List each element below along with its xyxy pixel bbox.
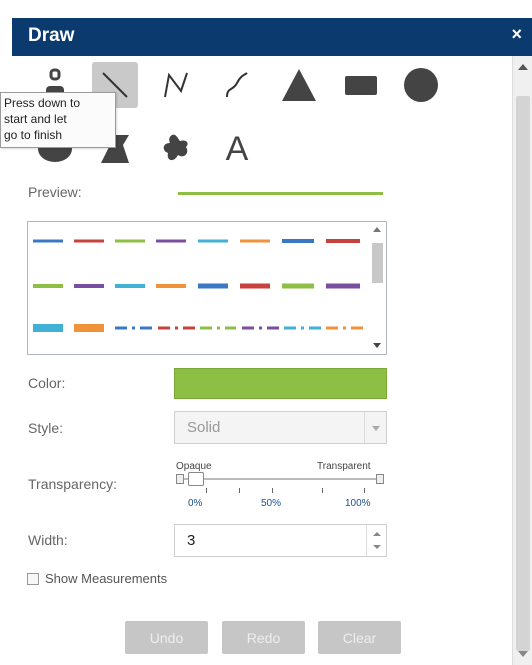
panel-scroll-thumb[interactable] [516, 96, 530, 651]
close-icon[interactable]: × [511, 24, 522, 45]
tick-label-100: 100% [345, 498, 371, 509]
pattern-list-scroll-thumb[interactable] [372, 243, 383, 283]
width-spinner[interactable] [366, 525, 386, 556]
polyline-tool-button[interactable] [153, 62, 199, 108]
preview-label: Preview: [28, 184, 82, 200]
line-pattern-swatches [33, 239, 364, 332]
slider-decrease-icon[interactable] [176, 474, 184, 484]
show-measurements-checkbox[interactable] [27, 573, 39, 585]
triangle-icon [282, 69, 316, 101]
panel-title: Draw [28, 25, 75, 46]
show-measurements-label[interactable]: Show Measurements [45, 571, 167, 586]
freehand-polygon-tool-button[interactable] [153, 126, 199, 172]
text-icon: A [225, 129, 249, 168]
color-label: Color: [28, 375, 66, 391]
slider-tick [206, 488, 207, 493]
tick-label-0: 0% [188, 498, 203, 509]
slider-tick [239, 488, 240, 493]
spin-up-icon[interactable] [373, 532, 381, 536]
text-tool-button[interactable]: A [214, 126, 260, 172]
scroll-down-icon[interactable] [518, 651, 528, 657]
rectangle-icon [345, 76, 377, 95]
preview-line [178, 192, 383, 195]
draw-panel: Draw × A Press down to start and let go … [0, 0, 532, 665]
triangle-tool-button[interactable] [276, 62, 322, 108]
slider-tick [272, 488, 273, 493]
pattern-list-scrollbar[interactable] [369, 222, 386, 354]
freehand-line-tool-button[interactable] [214, 62, 260, 108]
freehand-polygon-icon [163, 134, 188, 161]
line-pattern-list[interactable] [27, 221, 387, 355]
redo-button[interactable]: Redo [222, 621, 305, 654]
undo-button[interactable]: Undo [125, 621, 208, 654]
clear-button[interactable]: Clear [318, 621, 401, 654]
style-select[interactable]: Solid [174, 411, 387, 444]
tooltip-line-3: go to finish [4, 128, 63, 142]
title-bar: Draw × [12, 18, 532, 56]
width-label: Width: [28, 532, 68, 548]
circle-icon [404, 68, 438, 102]
transparent-caption: Transparent [317, 461, 371, 472]
opaque-caption: Opaque [176, 461, 212, 472]
tool-tooltip: Press down to start and let go to finish [0, 92, 116, 148]
width-value: 3 [187, 532, 196, 549]
polyline-icon [164, 72, 188, 98]
transparency-slider-track[interactable] [182, 478, 378, 480]
rectangle-tool-button[interactable] [338, 62, 384, 108]
slider-increase-icon[interactable] [376, 474, 384, 484]
slider-tick [322, 488, 323, 493]
tick-label-50: 50% [261, 498, 282, 509]
circle-tool-button[interactable] [398, 62, 444, 108]
style-label: Style: [28, 420, 64, 436]
tooltip-line-2: start and let [4, 112, 67, 126]
tooltip-line-1: Press down to [4, 96, 81, 110]
scroll-up-arrow-icon[interactable] [373, 227, 381, 232]
panel-scrollbar[interactable] [512, 56, 532, 665]
style-select-value: Solid [187, 419, 221, 436]
scroll-down-arrow-icon[interactable] [373, 343, 381, 348]
width-stepper[interactable]: 3 [174, 524, 387, 557]
chevron-down-icon[interactable] [364, 412, 386, 443]
transparency-label: Transparency: [28, 476, 117, 492]
slider-tick [364, 488, 365, 493]
scroll-up-icon[interactable] [518, 64, 528, 70]
color-picker[interactable] [174, 368, 387, 399]
spin-down-icon[interactable] [373, 545, 381, 549]
freehand-line-icon [226, 72, 248, 98]
transparency-slider-handle[interactable] [188, 472, 204, 486]
